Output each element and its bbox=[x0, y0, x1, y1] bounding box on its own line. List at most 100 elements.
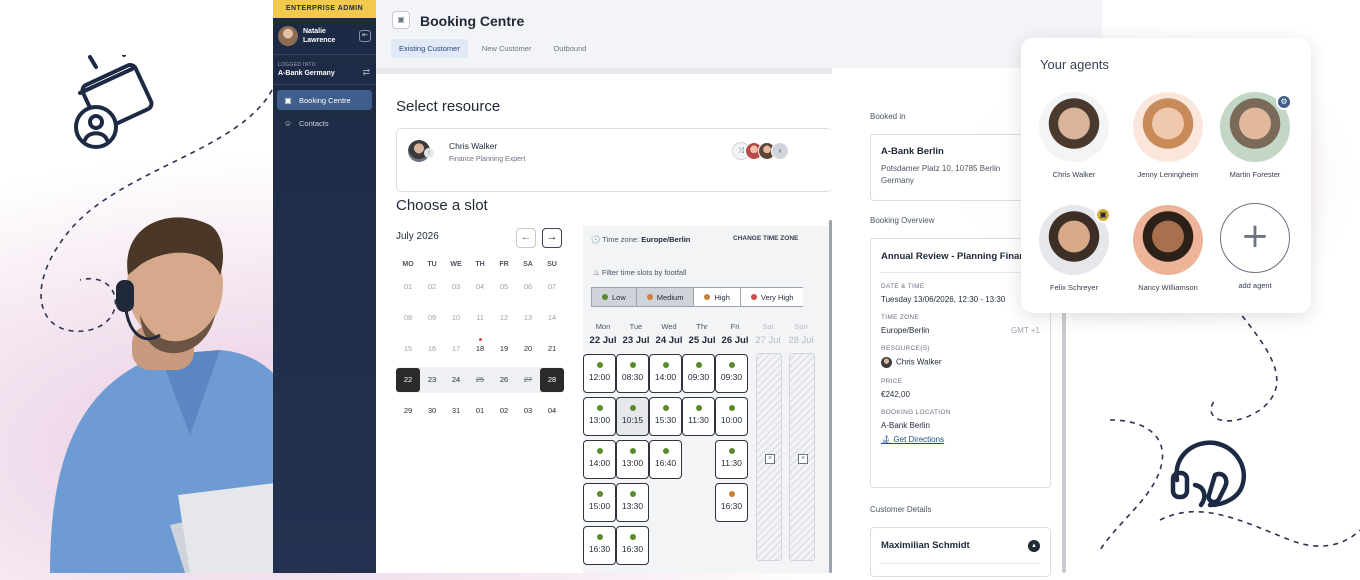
agent-chris-walker[interactable]: Chris Walker bbox=[1034, 92, 1114, 179]
change-timezone-button[interactable]: CHANGE TIME ZONE bbox=[733, 235, 798, 242]
footfall-medium[interactable]: Medium bbox=[635, 287, 694, 307]
weekday-label: WE bbox=[450, 260, 462, 268]
organization-switcher[interactable]: LOGGED INTO A-Bank Germany ⇄ bbox=[273, 55, 376, 85]
calendar-day[interactable]: 24 bbox=[444, 375, 468, 384]
chevron-up-icon[interactable]: ▲ bbox=[1028, 540, 1040, 552]
time-slot[interactable]: 10:15 bbox=[616, 397, 649, 436]
time-slot[interactable]: 12:00 bbox=[583, 354, 616, 393]
calendar-day[interactable]: 16 bbox=[420, 344, 444, 353]
agent-nancy-williamson[interactable]: Nancy Williamson bbox=[1128, 205, 1208, 292]
user-profile[interactable]: Natalie Lawrence ⇤ bbox=[273, 18, 376, 55]
time-slot[interactable]: 13:30 bbox=[616, 483, 649, 522]
calendar-day[interactable]: 03 bbox=[516, 406, 540, 415]
footfall-high[interactable]: High bbox=[693, 287, 740, 307]
calendar-day[interactable]: 28 bbox=[540, 367, 564, 392]
get-directions-link[interactable]: ⛵︎ Get Directions bbox=[881, 435, 1050, 444]
time-slot[interactable]: 10:00 bbox=[715, 397, 748, 436]
calendar-day[interactable]: 07 bbox=[540, 282, 564, 291]
calendar-day[interactable]: 20 bbox=[516, 344, 540, 353]
footfall-dot bbox=[629, 405, 636, 411]
time-slot[interactable]: 15:30 bbox=[649, 397, 682, 436]
slot-time: 10:00 bbox=[720, 415, 743, 425]
time-slot[interactable]: 14:00 bbox=[649, 354, 682, 393]
customer-details-label: Customer Details bbox=[870, 505, 932, 514]
calendar-day[interactable]: 04 bbox=[540, 406, 564, 415]
calendar-day[interactable]: 13 bbox=[516, 313, 540, 322]
select-resource-heading: Select resource bbox=[396, 98, 501, 115]
time-slot[interactable]: 16:40 bbox=[649, 440, 682, 479]
calendar-day[interactable]: 10 bbox=[444, 313, 468, 322]
calendar-day[interactable]: 08 bbox=[396, 313, 420, 322]
calendar-day[interactable]: 09 bbox=[420, 313, 444, 322]
calendar-day[interactable]: 25 bbox=[468, 375, 492, 384]
sidebar-item-contacts[interactable]: ☺ Contacts bbox=[277, 113, 372, 133]
calendar-day[interactable]: 22 bbox=[396, 367, 420, 392]
tab-existing-customer[interactable]: Existing Customer bbox=[391, 39, 468, 58]
footfall-very-high[interactable]: Very High bbox=[739, 287, 804, 307]
calendar-day[interactable]: 27 bbox=[516, 375, 540, 384]
footfall-dot bbox=[646, 294, 653, 300]
day-number: 28 bbox=[547, 374, 557, 384]
next-month-button[interactable]: → bbox=[542, 228, 562, 248]
calendar-day[interactable]: 31 bbox=[444, 406, 468, 415]
time-slot[interactable]: 13:00 bbox=[616, 440, 649, 479]
calendar-day[interactable]: 23 bbox=[420, 375, 444, 384]
calendar-day[interactable]: 29 bbox=[396, 406, 420, 415]
agent-martin-forester[interactable]: ⚙ Martin Forester bbox=[1215, 92, 1295, 179]
day-number: 04 bbox=[475, 282, 485, 291]
agent-jenny-leningheim[interactable]: Jenny Leningheim bbox=[1128, 92, 1208, 179]
resource-switcher[interactable]: ⤨ › bbox=[732, 142, 789, 160]
calendar-day[interactable]: 12 bbox=[492, 313, 516, 322]
calendar-day[interactable]: 17 bbox=[444, 344, 468, 353]
tab-outbound[interactable]: Outbound bbox=[545, 39, 594, 58]
calendar-day[interactable]: 01 bbox=[468, 406, 492, 415]
time-slot[interactable]: 14:00 bbox=[583, 440, 616, 479]
footfall-dot bbox=[728, 491, 735, 497]
time-slot[interactable]: 08:30 bbox=[616, 354, 649, 393]
time-slot[interactable]: 16:30 bbox=[715, 483, 748, 522]
calendar-day[interactable]: 04 bbox=[468, 282, 492, 291]
chevron-right-icon[interactable]: › bbox=[771, 142, 789, 160]
calendar-icon: ▣ bbox=[284, 95, 292, 105]
resource-value: Chris Walker bbox=[896, 357, 942, 367]
footfall-low[interactable]: Low bbox=[591, 287, 636, 307]
time-slot[interactable]: 11:30 bbox=[682, 397, 715, 436]
agent-felix-schreyer[interactable]: ▣ Felix Schreyer bbox=[1034, 205, 1114, 292]
calendar-day[interactable]: 01 bbox=[396, 282, 420, 291]
calendar-day[interactable]: 18 bbox=[468, 338, 492, 353]
info-icon[interactable]: i bbox=[424, 148, 434, 158]
calendar-day[interactable]: 11 bbox=[468, 313, 492, 322]
collapse-sidebar-button[interactable]: ⇤ bbox=[359, 30, 371, 42]
time-slot[interactable]: 11:30 bbox=[715, 440, 748, 479]
customer-card[interactable]: Maximilian Schmidt ▲ bbox=[870, 527, 1051, 577]
customer-tabs: Existing Customer New Customer Outbound bbox=[391, 39, 600, 58]
tab-new-customer[interactable]: New Customer bbox=[474, 39, 540, 58]
calendar-day[interactable]: 14 bbox=[540, 313, 564, 322]
calendar-day[interactable]: 26 bbox=[492, 375, 516, 384]
gear-icon[interactable]: ⚙ bbox=[1276, 94, 1292, 110]
directions-label: Get Directions bbox=[893, 435, 945, 444]
calendar-day[interactable]: 19 bbox=[492, 344, 516, 353]
time-slot[interactable]: 16:30 bbox=[583, 526, 616, 565]
time-slot[interactable]: 16:30 bbox=[616, 526, 649, 565]
resource-card[interactable]: i Chris Walker Finance Planning Expert ⤨… bbox=[396, 128, 832, 192]
add-agent-button[interactable]: + add agent bbox=[1215, 203, 1295, 290]
calendar-day[interactable]: 02 bbox=[492, 406, 516, 415]
calendar-day[interactable]: 05 bbox=[492, 282, 516, 291]
day-date: 25 Jul bbox=[688, 335, 716, 346]
calendar-day[interactable]: 03 bbox=[444, 282, 468, 291]
calendar-day[interactable]: 02 bbox=[420, 282, 444, 291]
day-number: 27 bbox=[523, 375, 533, 384]
time-slot[interactable]: 09:30 bbox=[682, 354, 715, 393]
switch-icon[interactable]: ⇄ bbox=[362, 67, 370, 78]
time-slot[interactable]: 09:30 bbox=[715, 354, 748, 393]
prev-month-button[interactable]: ← bbox=[516, 228, 536, 248]
agent-name: Nancy Williamson bbox=[1138, 283, 1198, 292]
calendar-day[interactable]: 30 bbox=[420, 406, 444, 415]
calendar-day[interactable]: 21 bbox=[540, 344, 564, 353]
calendar-day[interactable]: 15 bbox=[396, 344, 420, 353]
sidebar-item-booking-centre[interactable]: ▣ Booking Centre bbox=[277, 90, 372, 110]
calendar-day[interactable]: 06 bbox=[516, 282, 540, 291]
time-slot[interactable]: 15:00 bbox=[583, 483, 616, 522]
time-slot[interactable]: 13:00 bbox=[583, 397, 616, 436]
